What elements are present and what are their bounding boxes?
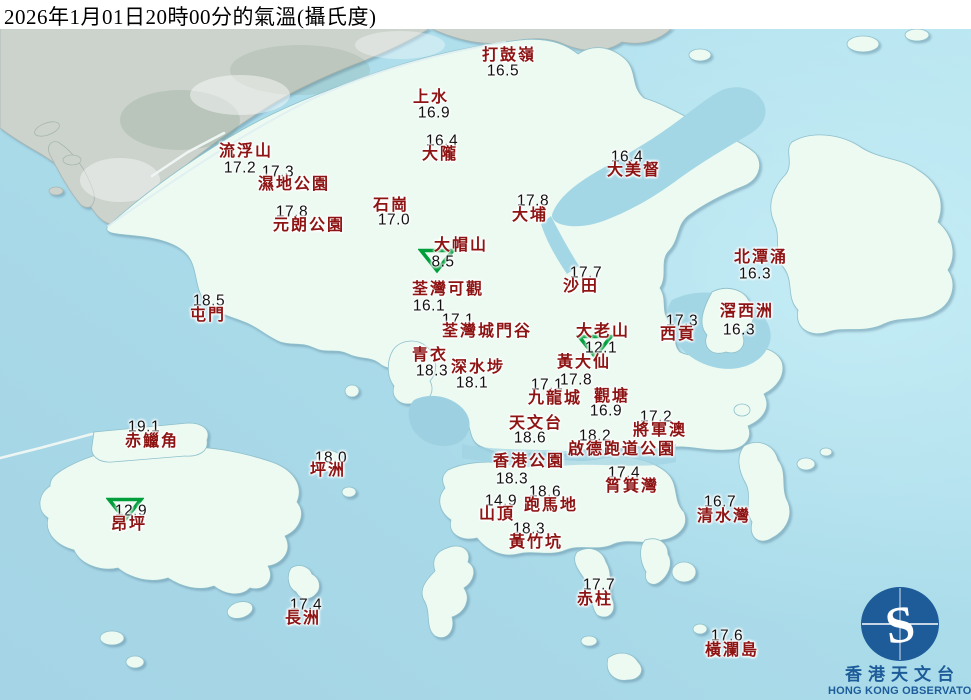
station-label: 流浮山 [219, 144, 273, 160]
station-label: 滘西洲 [720, 304, 774, 320]
station-label: 北潭涌 [734, 250, 788, 266]
station-label: 青衣 [412, 348, 448, 364]
station-label: 打鼓嶺 [482, 48, 536, 64]
station-label: 昂坪 [111, 517, 147, 533]
station-label: 清水灣 [697, 509, 751, 525]
station-label: 沙田 [563, 279, 599, 295]
station-label: 石崗 [373, 198, 409, 214]
station-label: 大埔 [512, 208, 548, 224]
station-value: 16.5 [487, 63, 519, 79]
station-value: 17.0 [378, 212, 410, 228]
station-label: 元朗公園 [273, 218, 345, 234]
station-label: 大隴 [422, 147, 458, 163]
station-value: 16.1 [413, 298, 445, 314]
station-label: 黃竹坑 [509, 535, 563, 551]
station-label: 大美督 [607, 163, 661, 179]
station-label: 天文台 [509, 416, 563, 432]
station-value: 8.5 [431, 254, 454, 270]
station-label: 赤鱲角 [125, 434, 179, 450]
station-value: 18.6 [514, 430, 546, 446]
station-label: 濕地公園 [258, 177, 330, 193]
station-value: 18.1 [456, 375, 488, 391]
station-label: 上水 [413, 90, 449, 106]
page-title: 2026年1月01日20時00分的氣溫(攝氏度) [4, 1, 377, 31]
station-value: 18.3 [416, 363, 448, 379]
station-label: 西貢 [660, 327, 696, 343]
hko-logo-zh: 香港天文台 [834, 666, 971, 685]
station-label: 跑馬地 [524, 498, 578, 514]
station-value: 16.3 [739, 266, 771, 282]
stations-layer: 16.5打鼓嶺16.9上水16.4大隴16.4大美督17.2流浮山17.3濕地公… [0, 0, 971, 700]
station-value: 16.3 [723, 322, 755, 338]
station-label: 長洲 [285, 611, 321, 627]
station-label: 九龍城 [528, 391, 582, 407]
station-label: 赤柱 [577, 592, 613, 608]
station-label: 筲箕灣 [605, 479, 659, 495]
station-value: 17.2 [224, 160, 256, 176]
station-label: 將軍澳 [633, 423, 687, 439]
station-label: 坪洲 [310, 463, 346, 479]
station-label: 香港公園 [493, 454, 565, 470]
station-label: 觀塘 [594, 389, 630, 405]
station-label: 深水埗 [451, 360, 505, 376]
station-value: 17.8 [560, 372, 592, 388]
station-value: 16.9 [590, 403, 622, 419]
station-label: 橫瀾島 [705, 643, 759, 659]
hko-logo-en: HONG KONG OBSERVATORY [828, 685, 971, 698]
temperature-map-page: 16.5打鼓嶺16.9上水16.4大隴16.4大美督17.2流浮山17.3濕地公… [0, 0, 971, 700]
station-label: 荃灣城門谷 [442, 324, 532, 340]
station-label: 大帽山 [434, 238, 488, 254]
station-label: 黃大仙 [557, 355, 611, 371]
hko-logo: S 香港天文台 HONG KONG OBSERVATORY [828, 584, 971, 700]
station-label: 屯門 [190, 308, 226, 324]
title-bar: 2026年1月01日20時00分的氣溫(攝氏度) [0, 0, 971, 29]
hko-logo-icon: S [858, 584, 942, 664]
station-label: 荃灣可觀 [412, 282, 484, 298]
station-value: 18.3 [496, 471, 528, 487]
station-label: 大老山 [576, 324, 630, 340]
station-value: 16.9 [418, 105, 450, 121]
station-label: 山頂 [479, 507, 515, 523]
station-label: 啟德跑道公園 [568, 442, 676, 458]
